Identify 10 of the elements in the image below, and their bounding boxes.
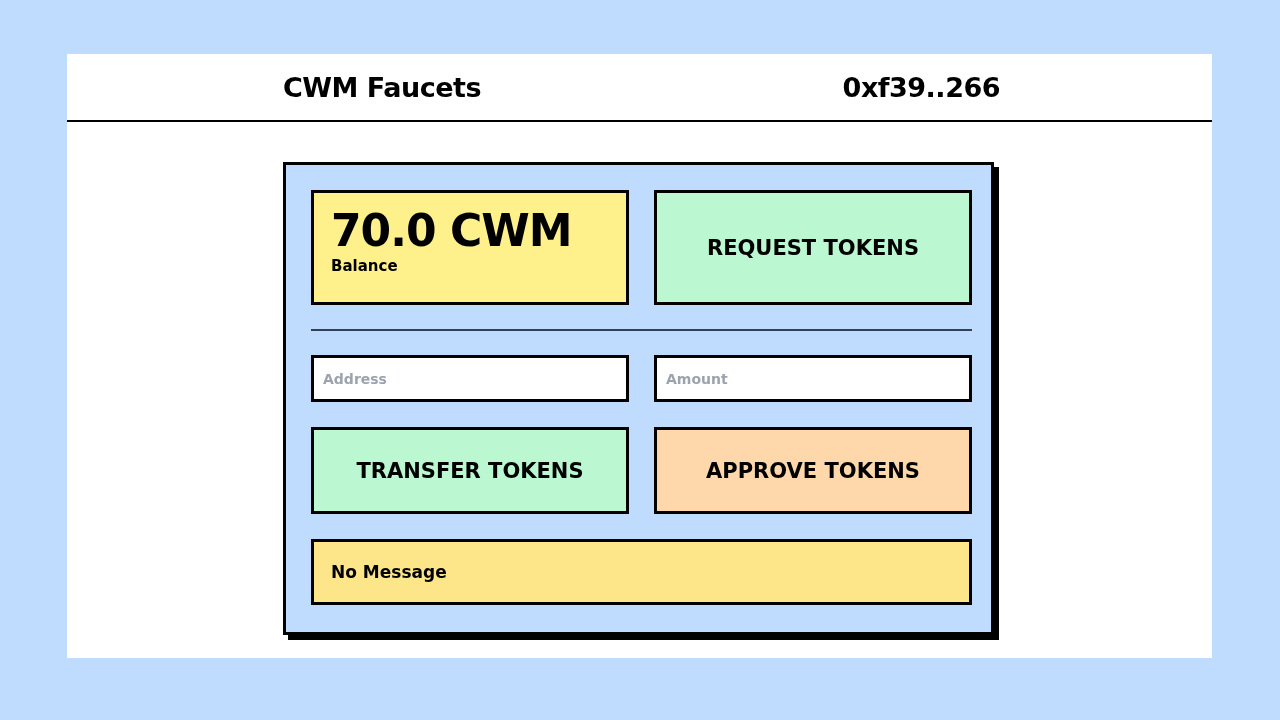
token-action-button[interactable]: TRANSFER TOKENS bbox=[311, 427, 629, 514]
input-field[interactable]: Address bbox=[311, 355, 629, 402]
balance-label: Balance bbox=[331, 257, 399, 275]
input-field[interactable]: Amount bbox=[654, 355, 972, 402]
app-title: CWM Faucets bbox=[283, 71, 481, 103]
balance-amount: 70.0 CWM bbox=[331, 209, 573, 253]
status-message: No Message bbox=[331, 562, 447, 582]
wallet-address: 0xf39..266 bbox=[842, 71, 1000, 103]
request-tokens-button[interactable]: REQUEST TOKENS bbox=[654, 190, 972, 305]
token-action-button[interactable]: APPROVE TOKENS bbox=[654, 427, 972, 514]
